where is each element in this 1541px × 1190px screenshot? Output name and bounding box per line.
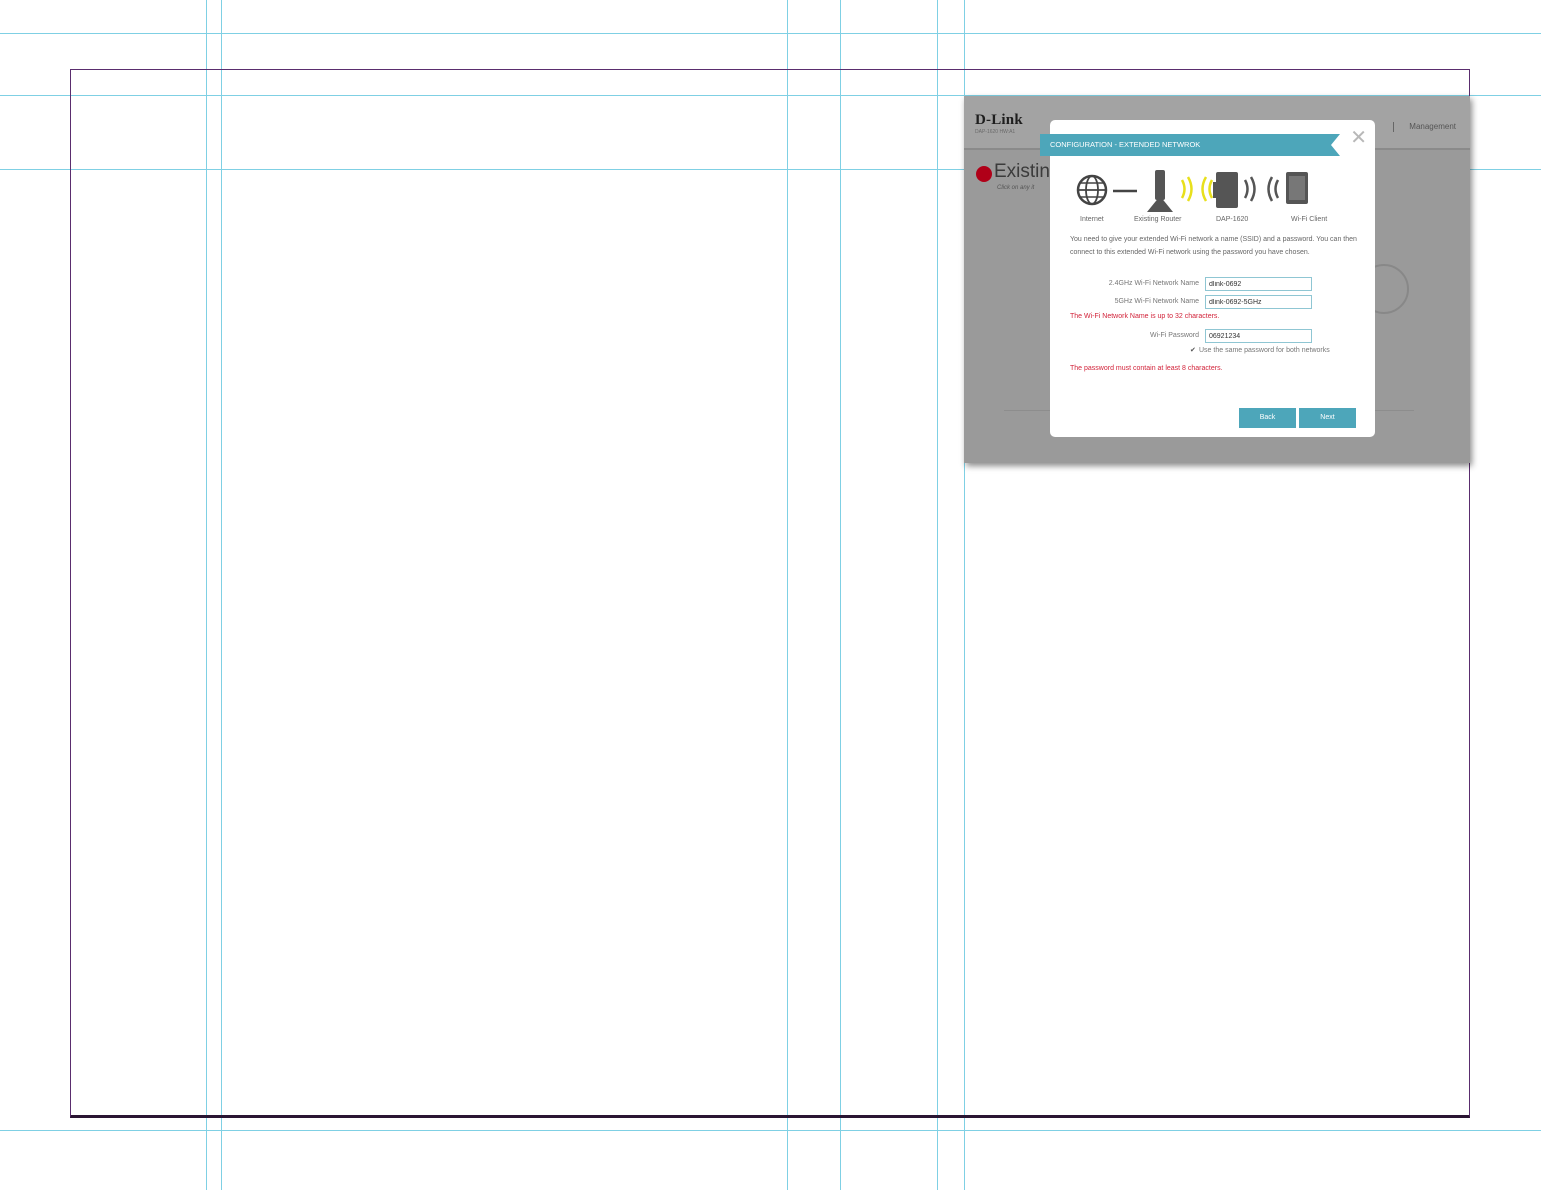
ssid-5ghz-label: 5GHz Wi-Fi Network Name — [1114, 298, 1199, 305]
dialog-title: CONFIGURATION - EXTENDED NETWROK — [1040, 134, 1340, 156]
ssid-24ghz-input[interactable] — [1205, 277, 1312, 291]
password-label: Wi-Fi Password — [1149, 332, 1199, 339]
wifi-signal-icon — [1180, 176, 1214, 202]
same-password-option[interactable]: ✔ Use the same password for both networks — [1190, 347, 1330, 354]
extender-icon — [1213, 172, 1238, 208]
nav-divider — [1393, 122, 1394, 132]
layout-guide-horizontal — [0, 33, 1541, 34]
dlink-logo: D-Link — [975, 112, 1023, 128]
checkmark-icon[interactable]: ✔ — [1190, 347, 1197, 354]
network-diagram-graphic — [1076, 170, 1308, 212]
setup-wizard-screenshot: D-Link DAP-1620 HW:A1 Management Existin… — [964, 96, 1470, 463]
ssid-length-error: The Wi-Fi Network Name is up to 32 chara… — [1070, 313, 1220, 320]
nav-item-management[interactable]: Management — [1409, 122, 1456, 131]
same-password-label: Use the same password for both networks — [1199, 347, 1330, 354]
background-page-subtitle: Click on any it — [997, 185, 1035, 191]
model-label: DAP-1620 HW:A1 — [975, 129, 1016, 135]
diagram-label-wifi-client: Wi-Fi Client — [1291, 216, 1328, 223]
ssid-5ghz-input[interactable] — [1205, 295, 1312, 309]
tablet-icon — [1286, 172, 1308, 204]
back-button[interactable]: Back — [1239, 408, 1296, 428]
globe-icon — [1076, 174, 1108, 206]
form-row-5ghz-ssid: 5GHz Wi-Fi Network Name — [1050, 295, 1375, 309]
instructions-text: You need to give your extended Wi-Fi net… — [1070, 236, 1357, 256]
ssid-24ghz-label: 2.4GHz Wi-Fi Network Name — [1108, 280, 1199, 287]
next-button[interactable]: Next — [1299, 408, 1356, 428]
router-icon — [1147, 170, 1173, 212]
status-dot-icon — [976, 166, 992, 182]
password-length-error: The password must contain at least 8 cha… — [1070, 365, 1223, 372]
background-page-title: Existin — [994, 161, 1050, 182]
password-input[interactable] — [1205, 329, 1312, 343]
configuration-dialog: CONFIGURATION - EXTENDED NETWROK ✕ Inter… — [1040, 120, 1375, 437]
close-icon[interactable]: ✕ — [1350, 128, 1367, 148]
layout-guide-horizontal — [0, 1130, 1541, 1131]
form-row-24ghz-ssid: 2.4GHz Wi-Fi Network Name — [1050, 277, 1375, 291]
wifi-signal-icon — [1243, 176, 1280, 202]
diagram-label-internet: Internet — [1080, 216, 1104, 223]
diagram-label-dap-1620: DAP-1620 — [1216, 216, 1249, 223]
diagram-label-existing-router: Existing Router — [1134, 216, 1182, 223]
form-row-password: Wi-Fi Password — [1050, 329, 1375, 343]
network-diagram: Internet Existing Router DAP-1620 Wi-Fi … — [1068, 170, 1368, 230]
